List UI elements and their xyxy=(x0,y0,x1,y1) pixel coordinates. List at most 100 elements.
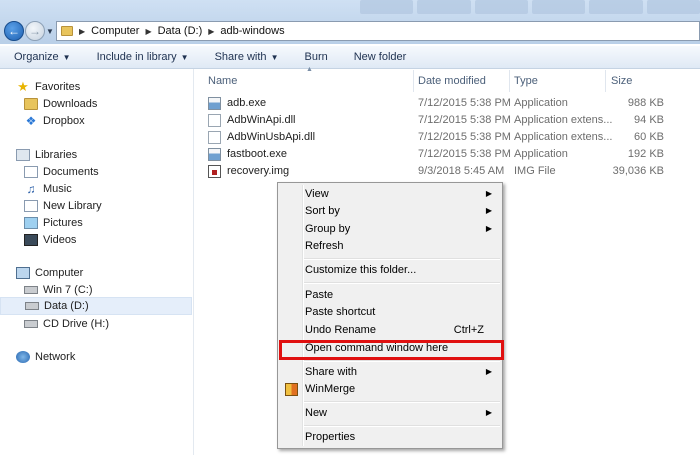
file-type: Application xyxy=(514,97,568,109)
back-button[interactable]: ← xyxy=(4,21,24,41)
nav-item-videos[interactable]: Videos xyxy=(24,232,76,248)
menu-item-customize-folder[interactable]: Customize this folder... xyxy=(280,262,500,279)
sort-ascending-icon: ▲ xyxy=(306,66,313,73)
file-size: 192 KB xyxy=(627,148,664,160)
network-icon xyxy=(16,351,30,363)
nav-favorites[interactable]: ★ Favorites xyxy=(16,79,80,95)
menu-item-label: Properties xyxy=(305,431,356,443)
nav-libraries[interactable]: Libraries xyxy=(16,147,77,163)
menu-separator xyxy=(304,282,500,284)
recent-pages-dropdown-icon[interactable]: ▼ xyxy=(46,27,54,36)
chevron-down-icon: ▼ xyxy=(270,53,279,62)
winmerge-icon xyxy=(285,383,298,396)
file-name: recovery.img xyxy=(227,165,290,177)
context-menu: View ▶ Sort by ▶ Group by ▶ Refresh Customi… xyxy=(277,182,503,449)
file-name: AdbWinApi.dll xyxy=(227,114,296,126)
downloads-folder-icon xyxy=(24,98,38,110)
menu-item-share-with[interactable]: Share with ▶ xyxy=(280,364,500,381)
column-header-size[interactable]: Size xyxy=(611,72,632,90)
nav-item-label: Downloads xyxy=(43,98,98,110)
menu-item-shortcut: Ctrl+Z xyxy=(453,324,484,336)
organize-button[interactable]: Organize ▼ xyxy=(0,51,83,63)
address-bar[interactable]: ▶ Computer ▶ Data (D:) ▶ adb-windows xyxy=(56,21,700,41)
nav-item-music[interactable]: ♫ Music xyxy=(24,181,72,197)
column-divider[interactable] xyxy=(605,70,606,92)
nav-item-pictures[interactable]: Pictures xyxy=(24,215,83,231)
breadcrumb-adb-windows[interactable]: adb-windows xyxy=(220,25,284,37)
libraries-icon xyxy=(16,149,30,161)
menu-item-sort-by[interactable]: Sort by ▶ xyxy=(280,203,500,220)
menu-separator xyxy=(304,360,500,362)
include-in-library-label: Include in library xyxy=(96,51,177,63)
breadcrumb-arrow-icon[interactable]: ▶ xyxy=(145,27,151,36)
menu-item-paste[interactable]: Paste xyxy=(280,287,500,304)
menu-item-undo-rename[interactable]: Undo Rename Ctrl+Z xyxy=(280,322,500,339)
menu-item-group-by[interactable]: Group by ▶ xyxy=(280,221,500,238)
hard-drive-icon xyxy=(25,302,39,310)
nav-item-label: Pictures xyxy=(43,217,83,229)
nav-item-cd-drive[interactable]: CD Drive (H:) xyxy=(24,316,109,332)
menu-item-label: Share with xyxy=(305,366,357,378)
share-with-button[interactable]: Share with ▼ xyxy=(201,51,291,63)
folder-icon xyxy=(61,26,73,36)
menu-item-label: WinMerge xyxy=(305,383,356,395)
nav-computer[interactable]: Computer xyxy=(16,265,83,281)
file-row[interactable]: AdbWinUsbApi.dll 7/12/2015 5:38 PM Appli… xyxy=(208,130,668,146)
file-row[interactable]: AdbWinApi.dll 7/12/2015 5:38 PM Applicat… xyxy=(208,113,668,129)
file-size: 39,036 KB xyxy=(612,165,664,177)
menu-item-label: Paste xyxy=(305,289,334,301)
menu-item-properties[interactable]: Properties xyxy=(280,429,500,446)
menu-item-refresh[interactable]: Refresh xyxy=(280,238,500,255)
menu-item-paste-shortcut[interactable]: Paste shortcut xyxy=(280,304,500,321)
file-date: 7/12/2015 5:38 PM xyxy=(418,97,511,109)
dll-icon xyxy=(208,131,221,144)
forward-button[interactable]: → xyxy=(25,21,45,41)
column-header-date-modified[interactable]: Date modified xyxy=(418,72,486,90)
submenu-arrow-icon: ▶ xyxy=(485,367,492,376)
file-type: Application xyxy=(514,148,568,160)
menu-item-label: View xyxy=(305,188,329,200)
new-folder-button[interactable]: New folder xyxy=(340,51,419,63)
menu-item-view[interactable]: View ▶ xyxy=(280,186,500,203)
exe-icon xyxy=(208,97,221,110)
nav-libraries-label: Libraries xyxy=(35,149,78,161)
nav-item-label: CD Drive (H:) xyxy=(43,318,109,330)
file-date: 7/12/2015 5:38 PM xyxy=(418,131,511,143)
include-in-library-button[interactable]: Include in library ▼ xyxy=(83,51,201,63)
breadcrumb-arrow-icon[interactable]: ▶ xyxy=(208,27,214,36)
column-divider[interactable] xyxy=(509,70,510,92)
menu-item-label: Customize this folder... xyxy=(305,264,417,276)
menu-item-new[interactable]: New ▶ xyxy=(280,405,500,422)
breadcrumb-data-drive[interactable]: Data (D:) xyxy=(158,25,203,37)
music-icon: ♫ xyxy=(26,182,36,196)
chevron-down-icon: ▼ xyxy=(62,53,71,62)
menu-item-label: Sort by xyxy=(305,205,340,217)
nav-item-data-drive[interactable]: Data (D:) xyxy=(0,297,192,315)
nav-network[interactable]: Network xyxy=(16,349,75,365)
dropbox-icon: ❖ xyxy=(25,114,37,128)
title-address-bar: ← → ▼ ▶ Computer ▶ Data (D:) ▶ adb-windo… xyxy=(0,0,700,44)
nav-item-win7-drive[interactable]: Win 7 (C:) xyxy=(24,282,93,298)
cd-drive-icon xyxy=(24,320,38,328)
nav-item-label: Videos xyxy=(43,234,77,246)
file-row[interactable]: adb.exe 7/12/2015 5:38 PM Application 98… xyxy=(208,96,668,112)
breadcrumb-computer[interactable]: Computer xyxy=(91,25,139,37)
file-row[interactable]: recovery.img 9/3/2018 5:45 AM IMG File 3… xyxy=(208,164,668,180)
pictures-icon xyxy=(24,217,38,229)
file-row[interactable]: fastboot.exe 7/12/2015 5:38 PM Applicati… xyxy=(208,147,668,163)
breadcrumb-arrow-icon[interactable]: ▶ xyxy=(79,27,85,36)
burn-button[interactable]: Burn xyxy=(290,51,339,63)
nav-item-label: New Library xyxy=(43,200,102,212)
column-header-name[interactable]: Name xyxy=(208,72,237,90)
file-name: adb.exe xyxy=(227,97,267,109)
column-divider[interactable] xyxy=(413,70,414,92)
nav-item-dropbox[interactable]: ❖ Dropbox xyxy=(24,113,85,129)
nav-item-label: Music xyxy=(43,183,72,195)
submenu-arrow-icon: ▶ xyxy=(485,206,492,215)
menu-item-winmerge[interactable]: WinMerge xyxy=(280,381,500,398)
file-date: 7/12/2015 5:38 PM xyxy=(418,114,511,126)
nav-item-documents[interactable]: Documents xyxy=(24,164,99,180)
nav-item-downloads[interactable]: Downloads xyxy=(24,96,97,112)
column-header-type[interactable]: Type xyxy=(514,72,538,90)
nav-item-new-library[interactable]: New Library xyxy=(24,198,102,214)
